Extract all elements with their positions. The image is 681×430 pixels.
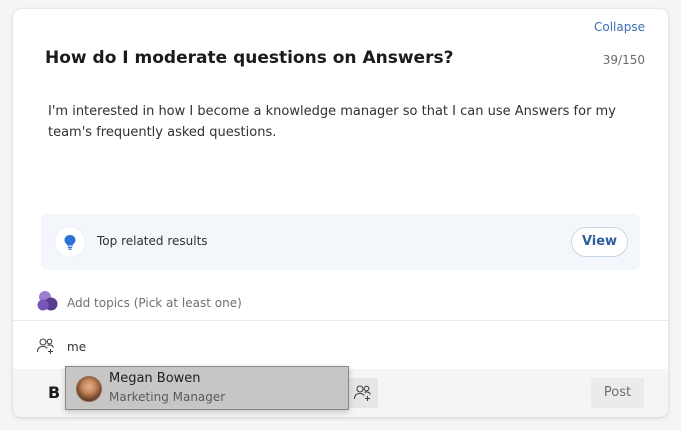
question-title[interactable]: How do I moderate questions on Answers? <box>45 48 453 68</box>
related-results-panel: Top related results View <box>41 214 640 270</box>
collapse-link[interactable]: Collapse <box>594 20 645 34</box>
add-topics-input[interactable]: Add topics (Pick at least one) <box>67 296 242 310</box>
post-button[interactable]: Post <box>591 378 644 408</box>
avatar <box>76 376 102 402</box>
question-body[interactable]: I'm interested in how I become a knowled… <box>48 101 638 143</box>
people-input[interactable]: me <box>67 340 86 354</box>
bold-button[interactable]: B <box>48 383 60 402</box>
people-add-icon <box>36 337 56 359</box>
lightbulb-icon <box>55 227 85 257</box>
people-add-icon <box>353 385 371 401</box>
view-button[interactable]: View <box>571 227 628 257</box>
related-results-label: Top related results <box>97 234 208 248</box>
topics-icon <box>36 290 60 316</box>
suggestion-role: Marketing Manager <box>109 390 226 404</box>
question-composer-card: Collapse How do I moderate questions on … <box>13 9 668 417</box>
character-counter: 39/150 <box>602 53 645 67</box>
people-suggestion-item[interactable]: Megan Bowen Marketing Manager <box>65 366 349 410</box>
mention-people-button[interactable] <box>348 378 378 408</box>
divider <box>13 320 668 321</box>
suggestion-name: Megan Bowen <box>109 371 201 386</box>
